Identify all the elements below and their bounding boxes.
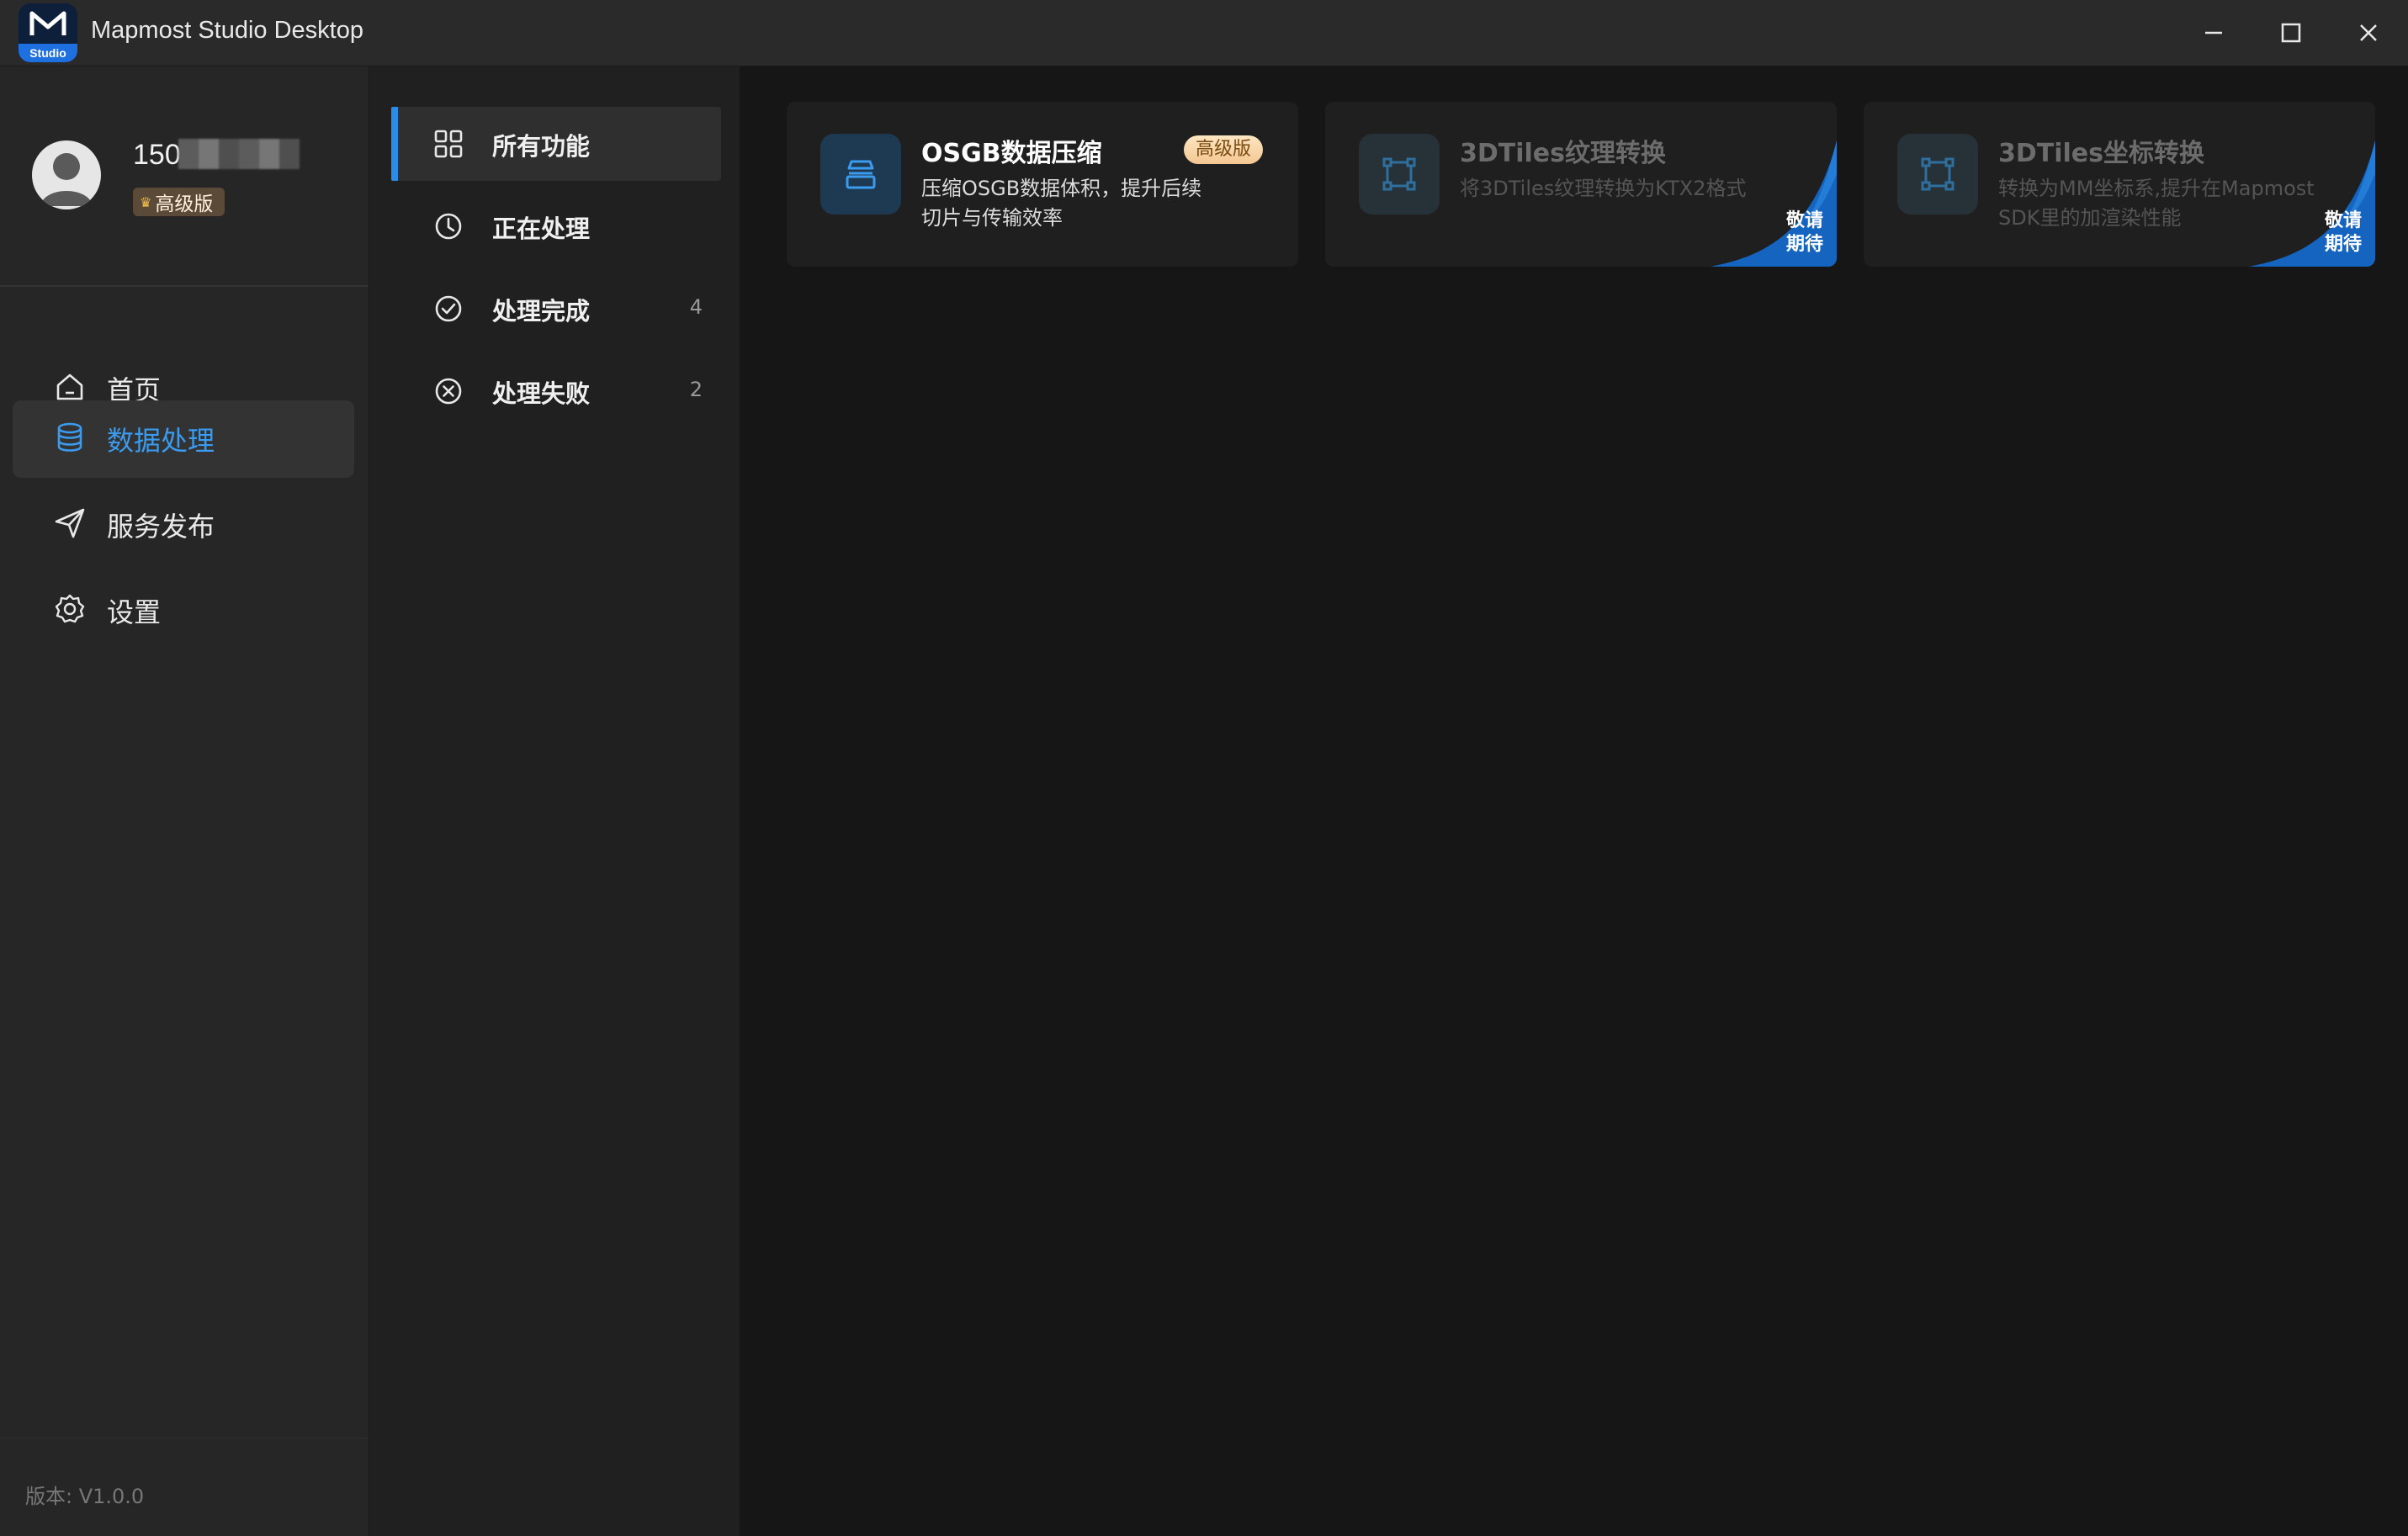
card-description: 压缩OSGB数据体积，提升后续切片与传输效率 — [921, 177, 1202, 230]
avatar[interactable] — [32, 140, 101, 209]
sidebar-item-service-publish[interactable]: 服务发布 — [13, 486, 354, 564]
main-content: OSGB数据压缩 压缩OSGB数据体积，提升后续切片与传输效率 高级版 3DTi… — [740, 66, 2408, 1536]
compress-icon — [846, 160, 876, 189]
subnav-item-failed[interactable]: 处理失败 2 — [391, 354, 721, 428]
phone-mask — [178, 139, 300, 169]
home-icon — [56, 373, 83, 400]
clock-icon — [435, 213, 462, 240]
check-circle-icon — [435, 295, 462, 322]
close-icon — [2360, 24, 2377, 41]
minimize-button[interactable] — [2176, 0, 2252, 66]
sidebar-item-label: 设置 — [107, 596, 162, 628]
sidebar-item-settings[interactable]: 设置 — [13, 572, 354, 649]
minimize-icon — [2205, 31, 2222, 34]
subnav-item-label: 处理完成 — [492, 297, 591, 326]
database-icon — [57, 422, 82, 452]
title-bar[interactable]: Studio Mapmost Studio Desktop — [0, 0, 2408, 66]
card-icon-box — [1359, 134, 1440, 215]
sidebar-item-data-processing[interactable]: 数据处理 — [13, 400, 354, 478]
card-title: OSGB数据压缩 — [921, 139, 1102, 168]
sidebar: 150 ♛ 高级版 首页 数据处理 服务发布 设置 版本: V1.0.0 — [0, 66, 369, 1536]
subnav-item-completed[interactable]: 处理完成 4 — [391, 272, 721, 346]
maximize-button[interactable] — [2253, 0, 2329, 66]
maximize-icon — [2281, 23, 2301, 43]
subnav-item-count: 2 — [689, 378, 703, 401]
transform-frame-icon — [1921, 157, 1955, 191]
subnav-item-processing[interactable]: 正在处理 — [391, 189, 721, 263]
logo-studio-label: Studio — [19, 44, 77, 62]
window-title: Mapmost Studio Desktop — [91, 17, 363, 44]
card-icon-box — [1897, 134, 1978, 215]
ribbon-label: 敬请期待 — [2324, 210, 2362, 255]
app-logo: Studio — [19, 3, 77, 62]
tier-label: 高级版 — [155, 193, 214, 215]
send-icon — [55, 508, 85, 538]
card-title: 3DTiles纹理转换 — [1460, 139, 1667, 168]
gear-icon — [55, 594, 85, 623]
pro-badge: 高级版 — [1183, 135, 1263, 164]
user-icon — [40, 153, 93, 206]
app-window: Studio Mapmost Studio Desktop 150 ♛ 高级版 — [0, 0, 2408, 1536]
feature-card-3dtiles-coordinate[interactable]: 3DTiles坐标转换 转换为MM坐标系,提升在Mapmost SDK里的加渲染… — [1864, 102, 2375, 267]
coming-soon-ribbon: 敬请期待 — [1711, 140, 1837, 267]
subnav-item-label: 正在处理 — [492, 215, 591, 243]
crown-icon: ♛ — [140, 193, 152, 210]
close-button[interactable] — [2331, 0, 2406, 66]
feature-card-osgb-compress[interactable]: OSGB数据压缩 压缩OSGB数据体积，提升后续切片与传输效率 高级版 — [787, 102, 1298, 267]
tier-badge: ♛ 高级版 — [133, 188, 225, 216]
feature-card-3dtiles-texture[interactable]: 3DTiles纹理转换 将3DTiles纹理转换为KTX2格式 敬请期待 — [1325, 102, 1837, 267]
subnav-item-label: 处理失败 — [492, 379, 591, 408]
grid-icon — [434, 130, 463, 158]
card-title: 3DTiles坐标转换 — [1998, 139, 2205, 168]
user-phone: 150 — [133, 139, 181, 171]
subnav-item-all-features[interactable]: 所有功能 — [391, 107, 721, 181]
sidebar-item-label: 服务发布 — [107, 511, 215, 543]
subnav-item-count: 4 — [689, 295, 703, 319]
subnav-item-label: 所有功能 — [492, 132, 591, 161]
transform-frame-icon — [1382, 157, 1416, 191]
subnav-panel: 所有功能 正在处理 处理完成 4 处理失败 2 — [369, 66, 740, 1536]
coming-soon-ribbon: 敬请期待 — [2249, 140, 2375, 267]
card-icon-box — [820, 134, 901, 215]
ribbon-label: 敬请期待 — [1785, 210, 1823, 255]
sidebar-item-label: 数据处理 — [107, 425, 215, 457]
sidebar-divider — [0, 285, 369, 287]
x-circle-icon — [435, 378, 462, 405]
version-label: 版本: V1.0.0 — [25, 1485, 145, 1508]
